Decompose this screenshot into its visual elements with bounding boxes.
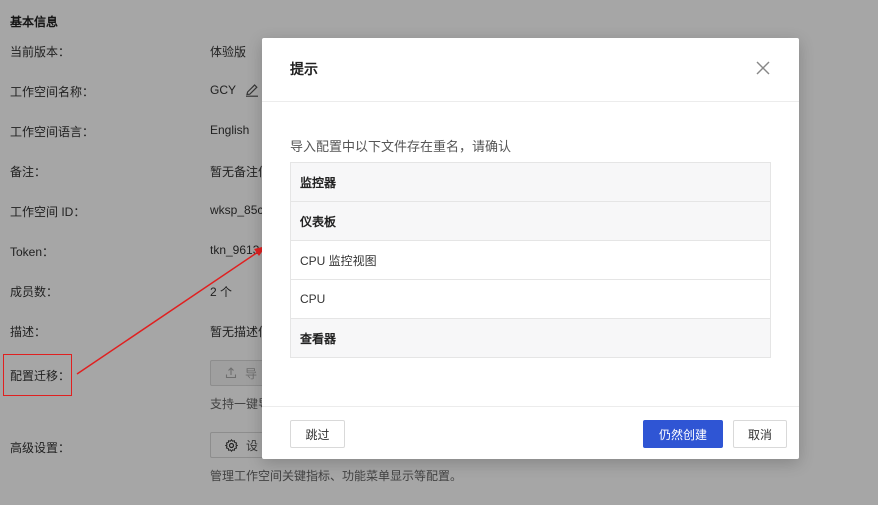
dialog-header: 提示 [262, 38, 799, 102]
duplicate-name-dialog: 提示 导入配置中以下文件存在重名，请确认 监控器 仪表板 CPU 监控视图 CP… [262, 38, 799, 459]
conflict-list: 监控器 仪表板 CPU 监控视图 CPU 查看器 [290, 162, 771, 358]
dialog-message: 导入配置中以下文件存在重名，请确认 [290, 139, 512, 154]
annotation-highlight-box [3, 354, 72, 396]
skip-button[interactable]: 跳过 [290, 420, 345, 448]
conflict-item: CPU [291, 280, 770, 319]
dialog-title: 提示 [290, 61, 318, 77]
close-icon[interactable] [753, 58, 773, 78]
dialog-footer: 跳过 仍然创建 取消 [262, 406, 799, 459]
conflict-group-dashboards: 仪表板 [291, 202, 770, 241]
cancel-button[interactable]: 取消 [733, 420, 787, 448]
conflict-group-viewers: 查看器 [291, 319, 770, 358]
conflict-item: CPU 监控视图 [291, 241, 770, 280]
conflict-group-monitors: 监控器 [291, 163, 770, 202]
create-anyway-button[interactable]: 仍然创建 [643, 420, 723, 448]
